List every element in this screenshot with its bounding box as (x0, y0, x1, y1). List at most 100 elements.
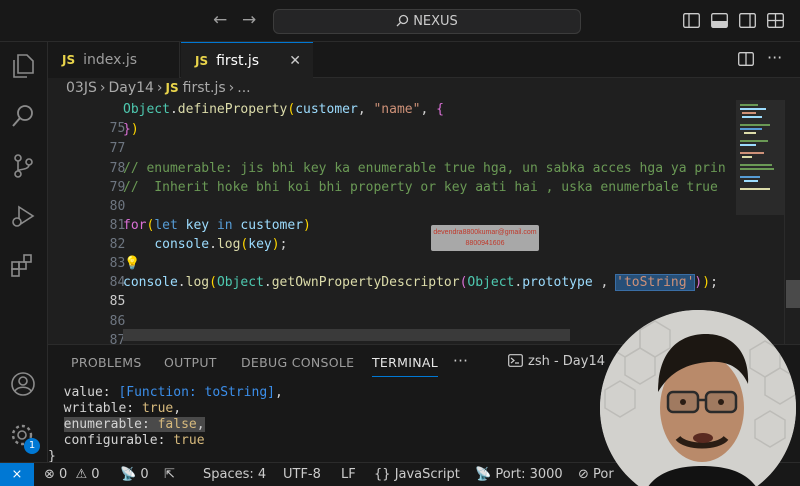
toggle-panel-icon[interactable] (711, 13, 728, 28)
selected-text[interactable]: 'toString' (615, 274, 696, 291)
braces-icon: {} (374, 467, 391, 482)
minimap-line (740, 176, 760, 178)
code-line: 84 (48, 254, 736, 290)
search-sidebar-icon[interactable] (9, 102, 37, 130)
code-line-active: 85 console.log(Object.getOwnPropertyDesc… (48, 273, 736, 309)
code-line: 82 for(let key in customer) (48, 216, 736, 252)
terminal-line: configurable: true (63, 433, 205, 448)
code-comment: // Inherit hoke bhi koi bhi property or … (123, 180, 718, 195)
port-status-secondary[interactable]: ⊘ Por (578, 463, 614, 486)
minimap-line (742, 156, 752, 158)
more-actions-icon[interactable]: ··· (767, 48, 782, 67)
terminal-output[interactable]: value: [Function: toString], writable: t… (48, 385, 608, 465)
customize-layout-icon[interactable] (767, 13, 784, 28)
warning-icon: ⚠ (75, 467, 88, 482)
code-line: 80 // Inherit hoke bhi koi bhi property … (48, 178, 736, 214)
code-token: console (123, 275, 178, 290)
code-token: Object (467, 275, 515, 290)
tab-debug-console[interactable]: DEBUG CONSOLE (241, 355, 354, 370)
problems-status[interactable]: ⊗ 0 ⚠ 0 (44, 463, 100, 486)
chevron-right-icon: › (156, 80, 163, 96)
chevron-right-icon: › (99, 80, 106, 96)
terminal-line: value: [Function: toString], (63, 385, 283, 400)
watermark: devendra8800kumar@gmail.com 8800941606 (431, 225, 539, 251)
terminal-icon (508, 354, 523, 367)
source-control-icon[interactable] (9, 152, 37, 180)
js-file-icon: JS (62, 53, 76, 67)
scrollbar-thumb[interactable] (786, 280, 800, 308)
title-bar: ← → NEXUS (0, 0, 800, 42)
chevron-right-icon: › (228, 80, 235, 96)
code-token: prototype (522, 275, 593, 290)
tab-output[interactable]: OUTPUT (164, 355, 217, 370)
code-token: log (216, 237, 241, 252)
breadcrumb-file[interactable]: first.js (183, 80, 226, 96)
tab-first-js[interactable]: JS first.js ✕ (181, 42, 313, 79)
code-token: log (185, 275, 210, 290)
tab-label: index.js (83, 52, 138, 68)
command-center-search[interactable]: NEXUS (273, 9, 581, 34)
encoding-status[interactable]: UTF-8 (283, 463, 321, 486)
extensions-icon[interactable] (9, 252, 37, 280)
terminal-selector[interactable]: zsh - Day14 (508, 354, 605, 369)
minimap-line (740, 168, 774, 170)
lightbulb-icon[interactable]: 💡 (124, 256, 140, 271)
terminal-name-label: zsh - Day14 (528, 354, 606, 369)
ports-status[interactable]: 📡 0 (120, 463, 149, 486)
code-token: console (154, 237, 210, 252)
activity-bar: 1 (0, 42, 48, 462)
minimap-line (740, 140, 768, 142)
forward-arrow-icon[interactable]: → (242, 10, 256, 30)
language-status[interactable]: {} JavaScript (374, 463, 460, 486)
toggle-primary-sidebar-icon[interactable] (683, 13, 700, 28)
vertical-scrollbar[interactable] (784, 100, 800, 344)
broadcast-icon: 📡 (475, 467, 492, 482)
error-icon: ⊗ (44, 467, 55, 482)
explorer-icon[interactable] (9, 52, 37, 80)
minimap-line (740, 108, 766, 110)
accounts-icon[interactable] (9, 370, 37, 398)
breadcrumb-more[interactable]: ... (237, 80, 250, 96)
minimap-line (742, 112, 756, 114)
code-token: "name" (373, 102, 421, 117)
port-status[interactable]: 📡 Port: 3000 (475, 463, 563, 486)
horizontal-scrollbar[interactable] (123, 329, 570, 341)
toggle-secondary-sidebar-icon[interactable] (739, 13, 756, 28)
tab-terminal[interactable]: TERMINAL (372, 355, 438, 377)
minimap-line (740, 128, 762, 130)
close-icon[interactable]: ✕ (289, 43, 301, 79)
tab-problems[interactable]: PROBLEMS (71, 355, 142, 370)
live-share-icon[interactable]: ⇱ (164, 463, 175, 486)
minimap-line (740, 164, 772, 166)
code-token: in (216, 218, 233, 233)
minimap-line (740, 188, 770, 190)
code-editor[interactable]: 75 Object.defineProperty(customer, "name… (48, 100, 736, 344)
code-token: customer (295, 102, 358, 117)
code-token: let (154, 218, 178, 233)
code-token: Object (123, 102, 170, 117)
split-editor-icon[interactable] (738, 52, 754, 66)
code-line: 83 console.log(key); (48, 235, 736, 271)
breadcrumb-subfolder[interactable]: Day14 (108, 80, 153, 96)
prettier-icon: ⊘ (578, 467, 589, 482)
breadcrumb-folder[interactable]: 03JS (66, 80, 97, 96)
code-token: customer (240, 218, 304, 233)
back-arrow-icon[interactable]: ← (213, 10, 227, 30)
panel-more-icon[interactable]: ··· (453, 352, 468, 370)
minimap[interactable] (736, 100, 784, 344)
minimap-line (740, 144, 756, 146)
code-line: 75 Object.defineProperty(customer, "name… (48, 100, 736, 136)
search-icon (396, 14, 409, 27)
code-line: 81 (48, 197, 736, 233)
tab-index-js[interactable]: JS index.js (48, 42, 180, 78)
code-line: 79 // enumerable: jis bhi key ka enumera… (48, 159, 736, 195)
code-token: getOwnPropertyDescriptor (271, 275, 460, 290)
watermark-email: devendra8800kumar@gmail.com (433, 229, 537, 236)
remote-indicator-icon[interactable]: ⨯ (0, 463, 34, 486)
settings-badge: 1 (24, 438, 40, 454)
indentation-status[interactable]: Spaces: 4 (203, 463, 266, 486)
terminal-line-highlighted: enumerable: false, (63, 417, 205, 432)
eol-status[interactable]: LF (341, 463, 356, 486)
run-debug-icon[interactable] (9, 202, 37, 230)
minimap-line (744, 180, 758, 182)
